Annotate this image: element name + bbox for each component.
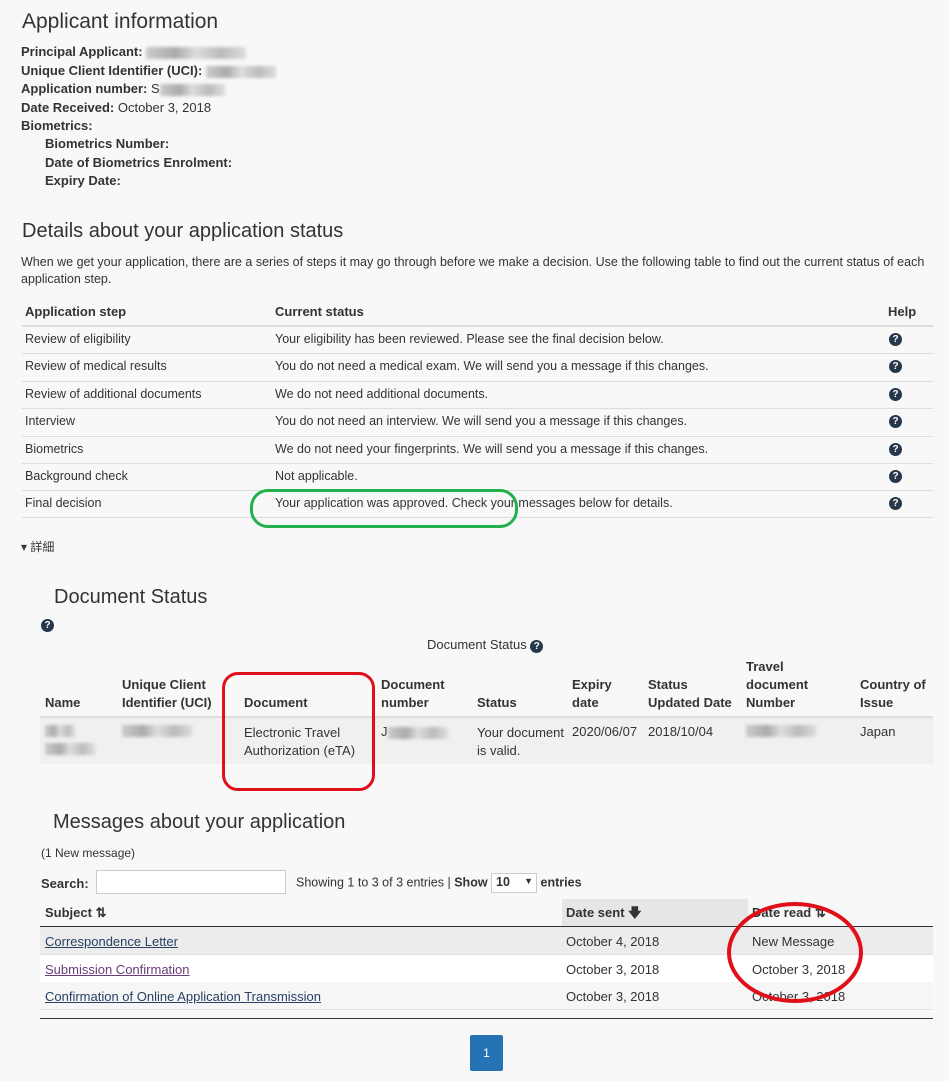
show-label: Show bbox=[454, 875, 488, 890]
redacted-name bbox=[45, 725, 75, 737]
chevron-down-icon: ▼ bbox=[524, 876, 534, 886]
expiry-label: Expiry Date: bbox=[45, 173, 121, 188]
doc-header-updated: Status Updated Date bbox=[648, 677, 732, 710]
status-title: Details about your application status bbox=[22, 220, 344, 242]
status-step: Final decision bbox=[25, 496, 102, 511]
status-intro: When we get your application, there are … bbox=[21, 255, 925, 286]
redacted-name bbox=[45, 743, 95, 755]
redacted-name bbox=[146, 46, 247, 59]
document-title: Document Status bbox=[54, 586, 208, 608]
entries-select-value: 10 bbox=[496, 875, 510, 889]
status-step: Review of medical results bbox=[25, 359, 167, 374]
doc-header-expiry: Expiry date bbox=[572, 677, 612, 710]
help-icon[interactable]: ? bbox=[530, 640, 544, 653]
redacted-uci bbox=[122, 725, 192, 737]
annotation-green-outline bbox=[250, 489, 518, 528]
status-step: Review of additional documents bbox=[25, 386, 202, 401]
document-caption-text: Document Status bbox=[427, 637, 527, 652]
status-value: You do not need an interview. We will se… bbox=[275, 414, 688, 429]
message-date-sent: October 3, 2018 bbox=[566, 961, 660, 977]
redacted-appnum bbox=[159, 83, 225, 96]
status-value: You do not need a medical exam. We will … bbox=[275, 359, 709, 374]
doc-header-docnum: Document number bbox=[381, 677, 445, 710]
redacted-uci bbox=[205, 65, 276, 78]
entries-select[interactable]: 10 ▼ bbox=[491, 873, 538, 893]
annotation-red-box bbox=[222, 672, 375, 791]
page-1-button[interactable]: 1 bbox=[470, 1035, 503, 1071]
annotation-red-circle bbox=[727, 902, 863, 1003]
doc-status: Your document is valid. bbox=[477, 725, 564, 758]
message-date-sent: October 4, 2018 bbox=[566, 934, 660, 949]
doc-country: Japan bbox=[860, 724, 896, 739]
status-header-step: Application step bbox=[25, 304, 127, 319]
search-label: Search: bbox=[41, 876, 89, 891]
doc-expiry: 2020/06/07 bbox=[572, 724, 638, 739]
status-header-help: Help bbox=[888, 304, 917, 319]
messages-count: (1 New message) bbox=[41, 846, 136, 860]
status-step: Biometrics bbox=[25, 441, 84, 456]
status-value: We do not need additional documents. bbox=[275, 386, 489, 401]
bio-number-label: Biometrics Number: bbox=[45, 136, 170, 151]
message-subject-link[interactable]: Submission Confirmation bbox=[45, 962, 190, 977]
help-icon[interactable]: ? bbox=[889, 470, 902, 483]
message-subject-link[interactable]: Confirmation of Online Application Trans… bbox=[45, 989, 321, 1004]
bio-label: Biometrics: bbox=[21, 118, 93, 133]
status-header-status: Current status bbox=[275, 304, 364, 319]
search-input[interactable] bbox=[96, 870, 286, 894]
help-icon[interactable]: ? bbox=[889, 387, 902, 401]
message-date-sent: October 3, 2018 bbox=[566, 989, 660, 1004]
status-step: Interview bbox=[25, 414, 76, 429]
date-value: October 3, 2018 bbox=[117, 100, 212, 115]
doc-header-status: Status bbox=[477, 695, 517, 710]
status-step: Background check bbox=[25, 469, 128, 483]
entries-label: entries bbox=[540, 875, 582, 890]
sort-subject[interactable]: Subject ⇅ bbox=[45, 904, 106, 922]
applicant-title: Applicant information bbox=[22, 10, 219, 33]
redacted-docnum bbox=[387, 726, 448, 739]
sort-date-sent[interactable]: Date sent 🡇 bbox=[566, 904, 642, 922]
redacted-travel-number bbox=[746, 725, 816, 737]
document-caption: Document Status ? bbox=[427, 637, 544, 653]
doc-header-country: Country of Issue bbox=[860, 677, 926, 710]
appnum-label: Application number: bbox=[21, 81, 148, 96]
help-icon[interactable]: ? bbox=[889, 333, 902, 346]
doc-header-name: Name bbox=[45, 695, 81, 710]
showing-text: Showing 1 to 3 of 3 entries | bbox=[296, 875, 451, 890]
details-toggle[interactable]: ▾ 詳細 bbox=[21, 538, 54, 555]
message-subject-link[interactable]: Correspondence Letter bbox=[45, 934, 178, 949]
status-value: We do not need your fingerprints. We wil… bbox=[275, 441, 709, 456]
status-value: Your eligibility has been reviewed. Plea… bbox=[275, 332, 664, 346]
status-row bbox=[22, 463, 933, 491]
help-icon[interactable]: ? bbox=[41, 619, 54, 632]
bio-date-label: Date of Biometrics Enrolment: bbox=[45, 155, 233, 170]
doc-header-travel: Travel document Number bbox=[746, 659, 809, 710]
appnum-prefix: S bbox=[151, 81, 160, 96]
date-label: Date Received: bbox=[21, 100, 115, 115]
help-icon[interactable]: ? bbox=[889, 442, 902, 456]
messages-title: Messages about your application bbox=[53, 811, 346, 833]
principal-label: Principal Applicant: bbox=[21, 44, 143, 59]
uci-label: Unique Client Identifier (UCI): bbox=[21, 63, 203, 78]
doc-updated: 2018/10/04 bbox=[648, 724, 714, 739]
doc-header-uci: Unique Client Identifier (UCI) bbox=[122, 677, 212, 710]
status-value: Not applicable. bbox=[275, 469, 358, 483]
status-step: Review of eligibility bbox=[25, 332, 131, 346]
